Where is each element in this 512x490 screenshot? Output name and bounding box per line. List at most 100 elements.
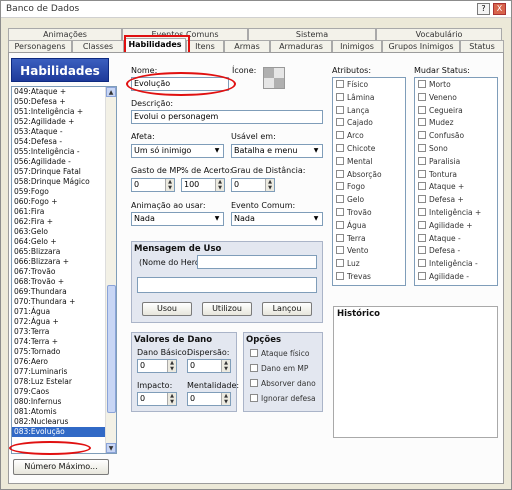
mentality-stepper[interactable]: 0 ▲ ▼	[187, 392, 231, 406]
list-item[interactable]: 083:Evolução	[12, 427, 116, 437]
spin-arrows-icon[interactable]: ▲ ▼	[167, 360, 176, 372]
scope-select[interactable]: Um só inimigo ▼	[131, 144, 224, 158]
attribute-checkbox-row[interactable]: Absorção	[336, 169, 382, 179]
attribute-checkbox-row[interactable]: Fogo	[336, 182, 365, 191]
checkbox-icon[interactable]	[418, 259, 426, 268]
checkbox-icon[interactable]	[250, 349, 258, 357]
name-field[interactable]: Evolução	[131, 77, 229, 91]
list-item[interactable]: 055:Inteligência -	[12, 147, 116, 157]
tab-classes[interactable]: Classes	[72, 40, 124, 52]
cast-button[interactable]: Lançou	[262, 302, 312, 316]
checkbox-icon[interactable]	[250, 364, 258, 372]
mp-cost-stepper[interactable]: 0 ▲ ▼	[131, 178, 175, 192]
checkbox-icon[interactable]	[418, 246, 426, 255]
list-item[interactable]: 060:Fogo +	[12, 197, 116, 207]
max-number-button[interactable]: Número Máximo...	[13, 459, 109, 475]
base-damage-stepper[interactable]: 0 ▲ ▼	[137, 359, 177, 373]
status-checkbox-row[interactable]: Agilidade +	[418, 220, 473, 230]
list-item[interactable]: 081:Atomis	[12, 407, 116, 417]
tab-status[interactable]: Status	[460, 40, 504, 52]
list-item[interactable]: 054:Defesa -	[12, 137, 116, 147]
status-checkbox-row[interactable]: Mudez	[418, 118, 454, 127]
list-scrollbar[interactable]: ▲ ▼	[105, 87, 116, 453]
status-checkbox-row[interactable]: Inteligência +	[418, 208, 481, 217]
checkbox-icon[interactable]	[336, 259, 344, 268]
tab-armas[interactable]: Armas	[224, 40, 270, 52]
status-checkbox-row[interactable]: Cegueira	[418, 105, 463, 115]
checkbox-icon[interactable]	[336, 233, 344, 242]
list-item[interactable]: 061:Fira	[12, 207, 116, 217]
option-checkbox-row[interactable]: Ignorar defesa	[250, 394, 316, 403]
list-item[interactable]: 079:Caos	[12, 387, 116, 397]
description-field[interactable]: Evolui o personagem	[131, 110, 323, 124]
tab-personagens[interactable]: Personagens	[8, 40, 72, 52]
spin-arrows-icon[interactable]: ▲ ▼	[221, 360, 230, 372]
checkbox-icon[interactable]	[418, 169, 426, 178]
option-checkbox-row[interactable]: Ataque físico	[250, 349, 309, 358]
scroll-thumb[interactable]	[107, 285, 116, 413]
checkbox-icon[interactable]	[336, 92, 344, 101]
attribute-checkbox-row[interactable]: Trovão	[336, 208, 372, 217]
tab-grupos-inimigos[interactable]: Grupos Inimigos	[382, 40, 460, 52]
list-item[interactable]: 058:Drinque Mágico	[12, 177, 116, 187]
status-checkbox-row[interactable]: Sono	[418, 144, 448, 153]
list-item[interactable]: 070:Thundara +	[12, 297, 116, 307]
option-checkbox-row[interactable]: Absorver dano	[250, 379, 316, 388]
list-item[interactable]: 082:Nuclearus	[12, 417, 116, 427]
attribute-checkbox-row[interactable]: Luz	[336, 259, 360, 268]
list-item[interactable]: 077:Luminaris	[12, 367, 116, 377]
used-button[interactable]: Usou	[142, 302, 192, 316]
list-item[interactable]: 068:Trovão +	[12, 277, 116, 287]
attribute-checkbox-row[interactable]: Terra	[336, 233, 366, 243]
status-checkbox-row[interactable]: Ataque -	[418, 233, 461, 243]
attribute-checkbox-row[interactable]: Chicote	[336, 144, 375, 153]
attribute-checkbox-row[interactable]: Físico	[336, 80, 368, 89]
attribute-checkbox-row[interactable]: Água	[336, 220, 366, 230]
status-checkbox-row[interactable]: Inteligência -	[418, 259, 478, 268]
status-checkbox-row[interactable]: Defesa +	[418, 195, 464, 204]
tab-armaduras[interactable]: Armaduras	[270, 40, 332, 52]
list-item[interactable]: 053:Ataque -	[12, 127, 116, 137]
attribute-checkbox-row[interactable]: Lança	[336, 105, 369, 115]
scroll-down-icon[interactable]: ▼	[106, 443, 116, 453]
checkbox-icon[interactable]	[336, 118, 344, 127]
list-item[interactable]: 064:Gelo +	[12, 237, 116, 247]
checkbox-icon[interactable]	[336, 195, 344, 204]
tab-vocabulario[interactable]: Vocabulário	[376, 28, 502, 40]
occasion-select[interactable]: Batalha e menu ▼	[231, 144, 323, 158]
list-item[interactable]: 065:Blizzara	[12, 247, 116, 257]
list-item[interactable]: 076:Aero	[12, 357, 116, 367]
checkbox-icon[interactable]	[418, 92, 426, 101]
common-event-select[interactable]: Nada ▼	[231, 212, 323, 226]
status-checkbox-row[interactable]: Morto	[418, 80, 451, 89]
skill-list[interactable]: 049:Ataque +050:Defesa +051:Inteligência…	[11, 86, 117, 454]
close-button[interactable]: X	[493, 3, 506, 15]
variance-stepper[interactable]: 0 ▲ ▼	[231, 178, 275, 192]
list-item[interactable]: 073:Terra	[12, 327, 116, 337]
checkbox-icon[interactable]	[336, 182, 344, 191]
checkbox-icon[interactable]	[418, 233, 426, 242]
list-item[interactable]: 072:Água +	[12, 317, 116, 327]
checkbox-icon[interactable]	[418, 220, 426, 229]
attribute-checkbox-row[interactable]: Vento	[336, 246, 368, 255]
checkbox-icon[interactable]	[418, 131, 426, 140]
help-button[interactable]: ?	[477, 3, 490, 15]
list-item[interactable]: 069:Thundara	[12, 287, 116, 297]
checkbox-icon[interactable]	[336, 105, 344, 114]
message-line1-field[interactable]	[197, 255, 317, 269]
list-item[interactable]: 049:Ataque +	[12, 87, 116, 97]
checkbox-icon[interactable]	[418, 272, 426, 280]
checkbox-icon[interactable]	[418, 156, 426, 165]
impact-stepper[interactable]: 0 ▲ ▼	[137, 392, 177, 406]
dispersion-stepper[interactable]: 0 ▲ ▼	[187, 359, 231, 373]
list-item[interactable]: 071:Água	[12, 307, 116, 317]
checkbox-icon[interactable]	[336, 246, 344, 255]
list-item[interactable]: 066:Blizzara +	[12, 257, 116, 267]
attribute-checkbox-row[interactable]: Trevas	[336, 272, 371, 281]
tab-sistema[interactable]: Sistema	[248, 28, 376, 40]
checkbox-icon[interactable]	[336, 156, 344, 165]
animation-select[interactable]: Nada ▼	[131, 212, 224, 226]
checkbox-icon[interactable]	[418, 182, 426, 191]
attribute-checkbox-row[interactable]: Mental	[336, 156, 372, 166]
attribute-checkbox-row[interactable]: Arco	[336, 131, 364, 140]
